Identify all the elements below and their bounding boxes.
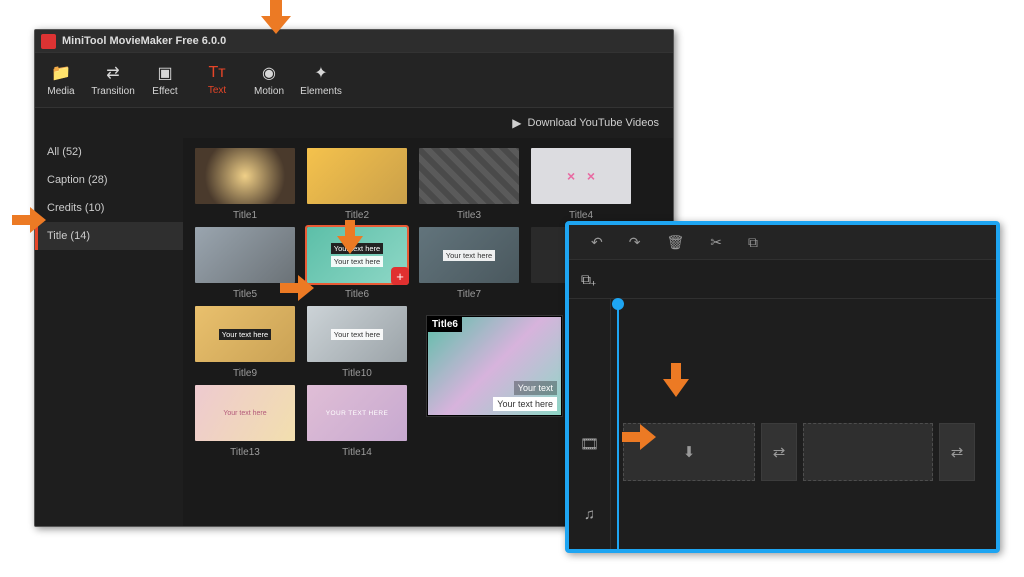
audio-track-icon: ♫ [569,479,610,549]
title-caption: Title6 [345,289,369,300]
sidebar-item-all[interactable]: All (52) [35,138,183,166]
transition-icon: ⇄ [106,63,119,83]
title-caption: Title4 [569,210,593,221]
download-youtube-label: Download YouTube Videos [528,117,660,129]
transition-slot[interactable]: ⇄ [939,423,975,481]
video-track: ⬇ ⇄ ⇄ [611,419,996,485]
title-thumbnail[interactable] [307,148,407,204]
sidebar-item-label: Caption (28) [47,174,108,186]
text-icon: Tᴛ [208,64,225,82]
title-caption: Title5 [233,289,257,300]
youtube-icon: ▶ [512,116,521,130]
preview-text-line: Your text [514,381,557,395]
folder-icon: 📁 [51,63,71,83]
redo-button[interactable]: ↷ [629,234,641,251]
timeline-panel: ↶ ↷ 🗑 ✂ ⧉ ⧉₊ 🎞 ♫ ⬇ ⇄ ⇄ [565,221,1000,553]
tab-label: Media [47,86,74,97]
clip-placeholder[interactable] [803,423,933,481]
title-item-title2[interactable]: Title2 [303,148,411,221]
title-caption: Title7 [457,289,481,300]
tab-elements[interactable]: ✦ Elements [295,53,347,107]
tab-motion[interactable]: ◉ Motion [243,53,295,107]
title-thumbnail[interactable]: Your text here [419,227,519,283]
thumb-text: Your text here [223,410,266,417]
title-preview-tooltip: Title6 Your text Your text here [427,316,562,416]
titlebar: MiniTool MovieMaker Free 6.0.0 [35,30,673,52]
effect-icon: ▣ [157,63,172,83]
motion-icon: ◉ [262,63,276,83]
delete-button[interactable]: 🗑 [666,234,684,251]
title-thumbnail[interactable]: Your text here [195,306,295,362]
swap-icon: ⇄ [951,443,964,461]
download-icon: ⬇ [683,443,696,461]
thumb-text: Your text here [219,329,271,340]
thumb-text: YOUR TEXT HERE [326,410,388,417]
tab-label: Motion [254,86,284,97]
title-thumbnail[interactable]: YOUR TEXT HERE [307,385,407,441]
title-item-title7[interactable]: Your text here Title7 [415,227,523,300]
title-caption: Title9 [233,368,257,379]
title-item-title10[interactable]: Your text here Title10 [303,306,411,379]
title-item-title6[interactable]: Your text here Your text here + Title6 [303,227,411,300]
tab-text[interactable]: Tᴛ Text [191,53,243,107]
title-thumbnail[interactable] [195,148,295,204]
title-thumbnail[interactable]: Your text here [195,385,295,441]
sidebar-item-caption[interactable]: Caption (28) [35,166,183,194]
title-thumbnail[interactable] [195,227,295,283]
tab-label: Effect [152,86,177,97]
undo-button[interactable]: ↶ [591,234,603,251]
thumb-text: Your text here [331,243,383,254]
sidebar-item-label: Title (14) [47,230,90,242]
title-item-title14[interactable]: YOUR TEXT HERE Title14 [303,385,411,458]
tab-label: Text [208,85,226,96]
title-item-title3[interactable]: Title3 [415,148,523,221]
thumb-text: Your text here [443,250,495,261]
title-caption: Title13 [230,447,260,458]
thumb-text: Your text here [331,256,383,267]
sidebar-item-label: Credits (10) [47,202,104,214]
video-track-icon: 🎞 [569,409,610,479]
title-item-title4[interactable]: × × Title4 [527,148,635,221]
transition-slot[interactable]: ⇄ [761,423,797,481]
title-thumbnail[interactable] [419,148,519,204]
download-youtube-link[interactable]: ▶ Download YouTube Videos [35,108,673,138]
title-thumbnail[interactable]: Your text here Your text here + [307,227,407,283]
track-icons-column: 🎞 ♫ [569,299,611,549]
title-caption: Title2 [345,210,369,221]
title-item-title5[interactable]: Title5 [191,227,299,300]
timeline-actions: ↶ ↷ 🗑 ✂ ⧉ [569,225,996,259]
title-caption: Title1 [233,210,257,221]
thumb-text: Your text here [331,329,383,340]
add-marker-icon[interactable]: ⧉₊ [581,271,596,288]
add-title-button[interactable]: + [391,267,409,285]
top-toolbar: 📁 Media ⇄ Transition ▣ Effect Tᴛ Text ◉ … [35,52,673,108]
cut-button[interactable]: ✂ [710,234,722,251]
crop-button[interactable]: ⧉ [748,234,758,251]
tab-label: Transition [91,86,135,97]
preview-title: Title6 [428,317,462,332]
tab-label: Elements [300,86,342,97]
sidebar-item-label: All (52) [47,146,82,158]
app-logo-icon [41,34,56,49]
timeline-marker-bar: ⧉₊ [569,259,996,299]
drop-clip-placeholder[interactable]: ⬇ [623,423,755,481]
title-thumbnail[interactable]: Your text here [307,306,407,362]
app-title: MiniTool MovieMaker Free 6.0.0 [62,35,226,47]
tab-transition[interactable]: ⇄ Transition [87,53,139,107]
title-caption: Title10 [342,368,372,379]
preview-text-line: Your text here [493,397,557,411]
sidebar-item-title[interactable]: Title (14) [35,222,183,250]
title-item-title9[interactable]: Your text here Title9 [191,306,299,379]
sidebar-item-credits[interactable]: Credits (10) [35,194,183,222]
title-caption: Title14 [342,447,372,458]
title-caption: Title3 [457,210,481,221]
swap-icon: ⇄ [773,443,786,461]
title-item-title13[interactable]: Your text here Title13 [191,385,299,458]
tab-effect[interactable]: ▣ Effect [139,53,191,107]
category-sidebar: All (52) Caption (28) Credits (10) Title… [35,138,183,527]
elements-icon: ✦ [314,63,327,83]
tab-media[interactable]: 📁 Media [35,53,87,107]
title-item-title1[interactable]: Title1 [191,148,299,221]
title-thumbnail[interactable]: × × [531,148,631,204]
